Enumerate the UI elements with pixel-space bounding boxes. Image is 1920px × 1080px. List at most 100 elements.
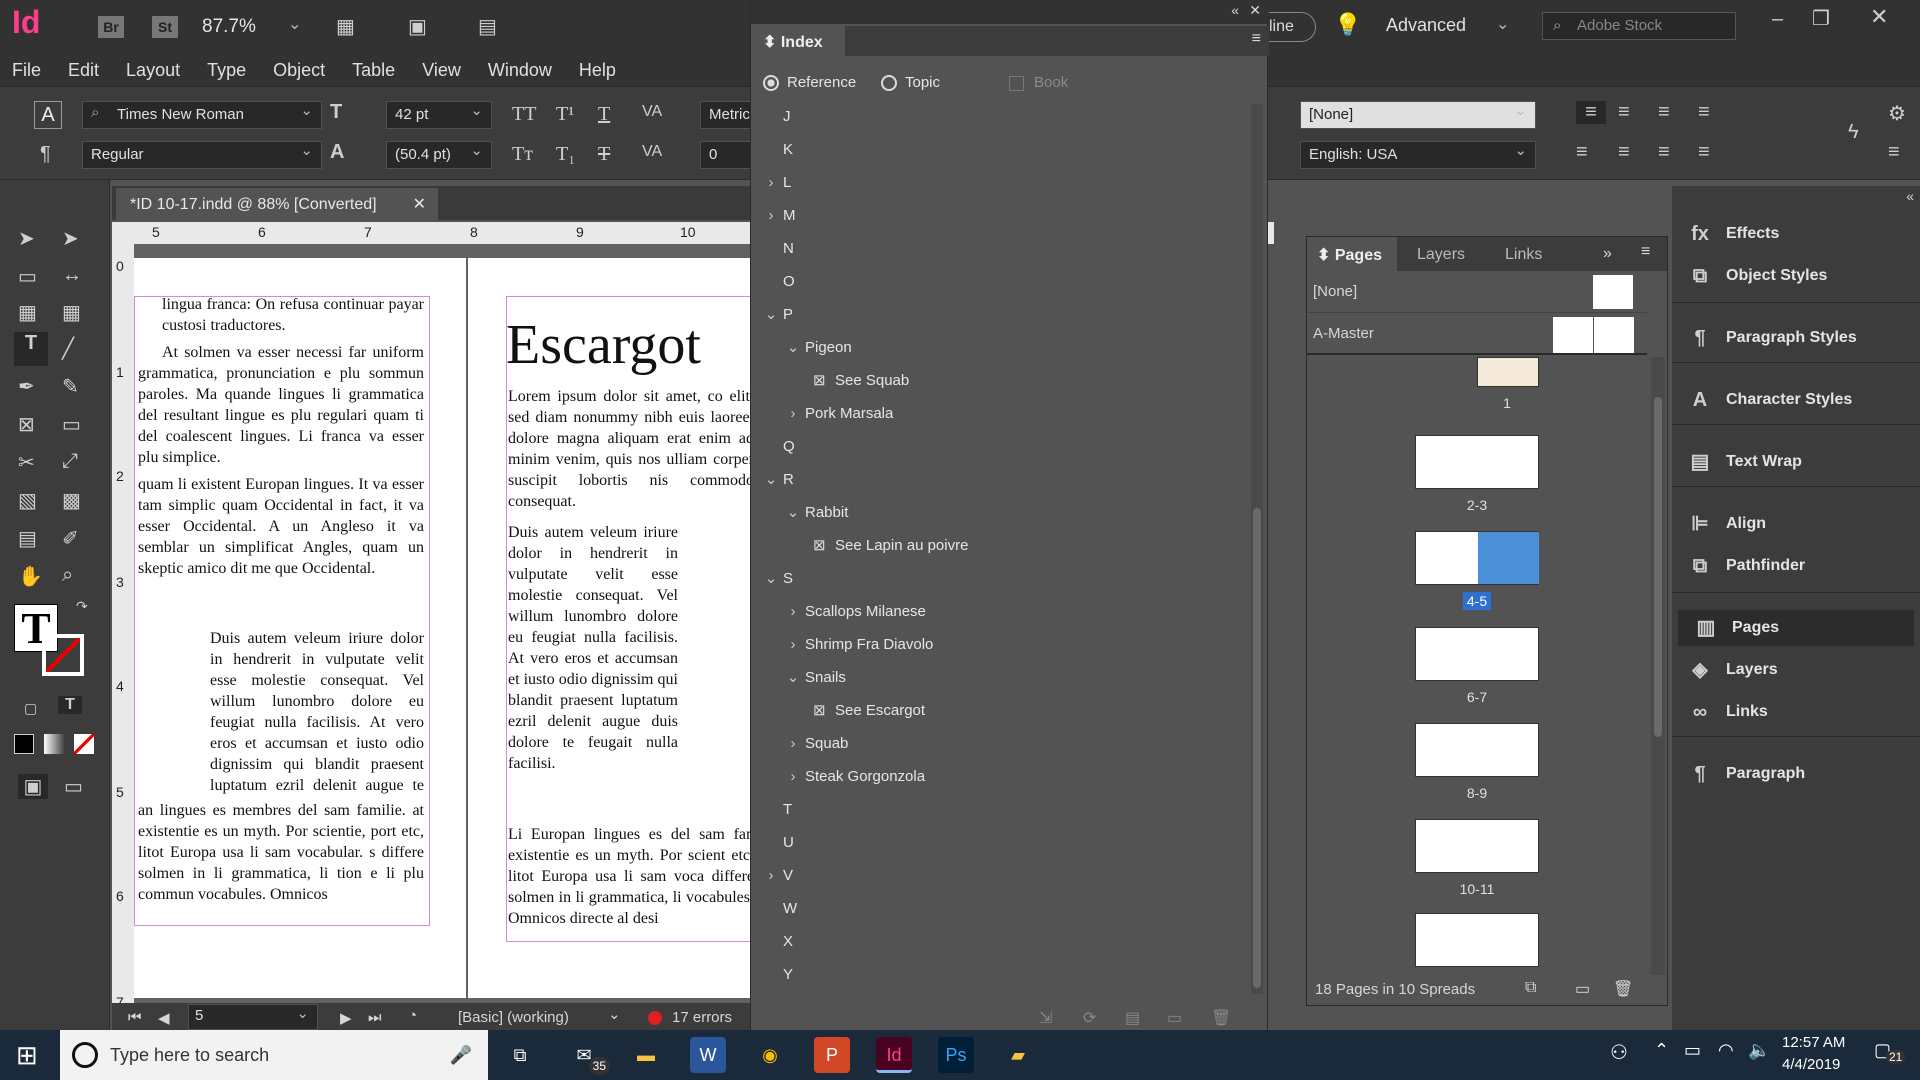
gradient-feather-tool-icon[interactable]: ▩ [62,488,81,513]
collapsed-chevron-icon[interactable]: › [785,595,801,628]
strikethrough-icon[interactable]: T [598,143,610,166]
pen-tool-icon[interactable]: ✒ [18,374,35,399]
index-section-row[interactable]: ⌄ P [751,298,1251,331]
expanded-chevron-icon[interactable]: ⌄ [785,496,801,529]
index-topic-row[interactable]: › Pork Marsala [751,397,1251,430]
indesign-app-icon[interactable]: Id [876,1037,912,1073]
collapsed-chevron-icon[interactable]: › [785,727,801,760]
expanded-chevron-icon[interactable]: ⌄ [763,463,779,496]
character-mode-button[interactable]: A [34,101,62,129]
menu-file[interactable]: File [12,60,41,81]
microphone-icon[interactable]: 🎤 [450,1030,472,1080]
screen-mode-icon[interactable]: ▣ [408,14,427,39]
panel-object-styles[interactable]: ⧉ Object Styles [1672,258,1920,294]
tracking-field[interactable]: 0 [700,141,752,169]
collapse-panel-icon[interactable]: « [1231,2,1239,18]
collapsed-chevron-icon[interactable]: › [763,166,779,199]
index-reference-row[interactable]: ⊠ See Squab [751,364,1251,397]
panel-paragraph[interactable]: ¶ Paragraph [1672,756,1920,792]
pages-scroll-thumb[interactable] [1654,397,1662,737]
zoom-tool-icon[interactable]: ⌕ [62,564,73,587]
powerpoint-app-icon[interactable]: P [814,1037,850,1073]
panel-paragraph-styles[interactable]: ¶ Paragraph Styles [1672,320,1920,356]
battery-icon[interactable]: ▭ [1684,1040,1701,1061]
stock-button[interactable]: St [152,16,178,38]
justify-all-icon[interactable]: ≡ [1698,141,1710,164]
new-page-icon[interactable]: ▭ [1575,979,1590,999]
view-options-icon[interactable]: ▦ [336,14,355,39]
preflight-dropdown-icon[interactable]: ⌄ [608,1005,621,1023]
panel-effects[interactable]: fx Effects [1672,216,1920,252]
superscript-icon[interactable]: T¹ [556,103,574,126]
workspace-switcher[interactable]: Advanced [1386,15,1466,36]
index-section-row[interactable]: › V [751,859,1251,892]
restore-icon[interactable]: ❐ [1812,6,1830,31]
menu-type[interactable]: Type [207,60,246,81]
reference-radio[interactable]: Reference [763,74,856,92]
index-section-row[interactable]: ⌄ S [751,562,1251,595]
word-app-icon[interactable]: W [690,1037,726,1073]
content-collector-icon[interactable]: ▦ [18,300,37,325]
start-button[interactable]: ⊞ [16,1040,38,1071]
align-right-icon[interactable]: ≡ [1658,101,1670,124]
document-tab[interactable]: *ID 10-17.indd @ 88% [Converted] ✕ [116,188,438,220]
rectangle-frame-tool-icon[interactable]: ⊠ [18,412,35,437]
justify-left-icon[interactable]: ≡ [1576,141,1588,164]
file-explorer-icon[interactable]: ▬ [628,1037,664,1073]
formatting-container-icon[interactable]: ▢ [24,700,37,717]
tab-pages[interactable]: ⬍ Pages [1307,237,1397,271]
index-panel-menu-icon[interactable]: ≡ [1252,30,1261,48]
stock-search-input[interactable]: ⌕ Adobe Stock [1542,12,1736,40]
spread-thumb-8-9[interactable] [1415,723,1539,777]
spread-thumb-6-7[interactable] [1415,627,1539,681]
expanded-chevron-icon[interactable]: ⌄ [763,298,779,331]
spread-thumb-12-13[interactable] [1415,913,1539,967]
index-topic-row[interactable]: ⌄ Snails [751,661,1251,694]
swap-fill-stroke-icon[interactable]: ↷ [76,598,88,615]
generate-index-icon[interactable]: ▤ [1125,1008,1140,1028]
panel-layers[interactable]: ◈ Layers [1672,652,1920,688]
next-page-icon[interactable]: ▶ [340,1009,352,1027]
kerning-field[interactable]: Metrics [700,101,757,129]
clock-date[interactable]: 4/4/2019 [1782,1056,1840,1073]
rectangle-tool-icon[interactable]: ▭ [62,412,81,437]
content-placer-icon[interactable]: ▦ [62,300,81,325]
index-section-row[interactable]: O [751,265,1251,298]
panel-character-styles[interactable]: A Character Styles [1672,382,1920,418]
direct-selection-tool-icon[interactable]: ➤ [62,226,79,251]
quick-apply-icon[interactable]: ϟ [1848,121,1859,144]
show-hidden-icons[interactable]: ⌃ [1654,1040,1669,1061]
selection-tool-icon[interactable]: ➤ [18,226,35,251]
index-topic-row[interactable]: ⌄ Rabbit [751,496,1251,529]
align-left-icon[interactable]: ≡ [1576,101,1606,124]
font-style-field[interactable]: Regular [82,141,322,169]
subscript-icon[interactable]: T₁ [556,143,575,166]
screen-mode-tool-icon[interactable]: ▭ [64,774,83,799]
type-tool-icon[interactable]: T [14,332,48,366]
none-master-row[interactable]: [None] [1307,271,1647,313]
menu-table[interactable]: Table [352,60,395,81]
zoom-level[interactable]: 87.7% [202,16,256,38]
last-page-icon[interactable]: ⏭ [368,1009,382,1026]
pages-panel-menu-icon[interactable]: ≡ [1641,243,1650,261]
workspace-chevron-icon[interactable]: ⌄ [1496,14,1509,34]
page-number-field[interactable]: 5 [188,1004,318,1030]
page-tool-icon[interactable]: ▭ [18,264,37,289]
apply-none-swatch[interactable] [74,734,94,754]
justify-right-icon[interactable]: ≡ [1658,141,1670,164]
align-center-icon[interactable]: ≡ [1618,101,1630,124]
formatting-text-icon[interactable]: T [58,696,82,714]
menu-layout[interactable]: Layout [126,60,180,81]
bridge-button[interactable]: Br [98,16,124,38]
free-transform-tool-icon[interactable]: ⤢ [62,450,78,473]
index-topic-row[interactable]: › Shrimp Fra Diavolo [751,628,1251,661]
leading-field[interactable]: (50.4 pt) [386,141,492,169]
zoom-dropdown-icon[interactable]: ⌄ [288,14,301,34]
close-tab-icon[interactable]: ✕ [413,194,426,214]
collapsed-chevron-icon[interactable]: › [785,397,801,430]
arrange-documents-icon[interactable]: ▤ [478,14,497,39]
tab-links[interactable]: Links [1505,246,1542,264]
collapsed-chevron-icon[interactable]: › [763,199,779,232]
clock-time[interactable]: 12:57 AM [1782,1034,1845,1051]
online-pill[interactable]: line [1262,12,1316,42]
